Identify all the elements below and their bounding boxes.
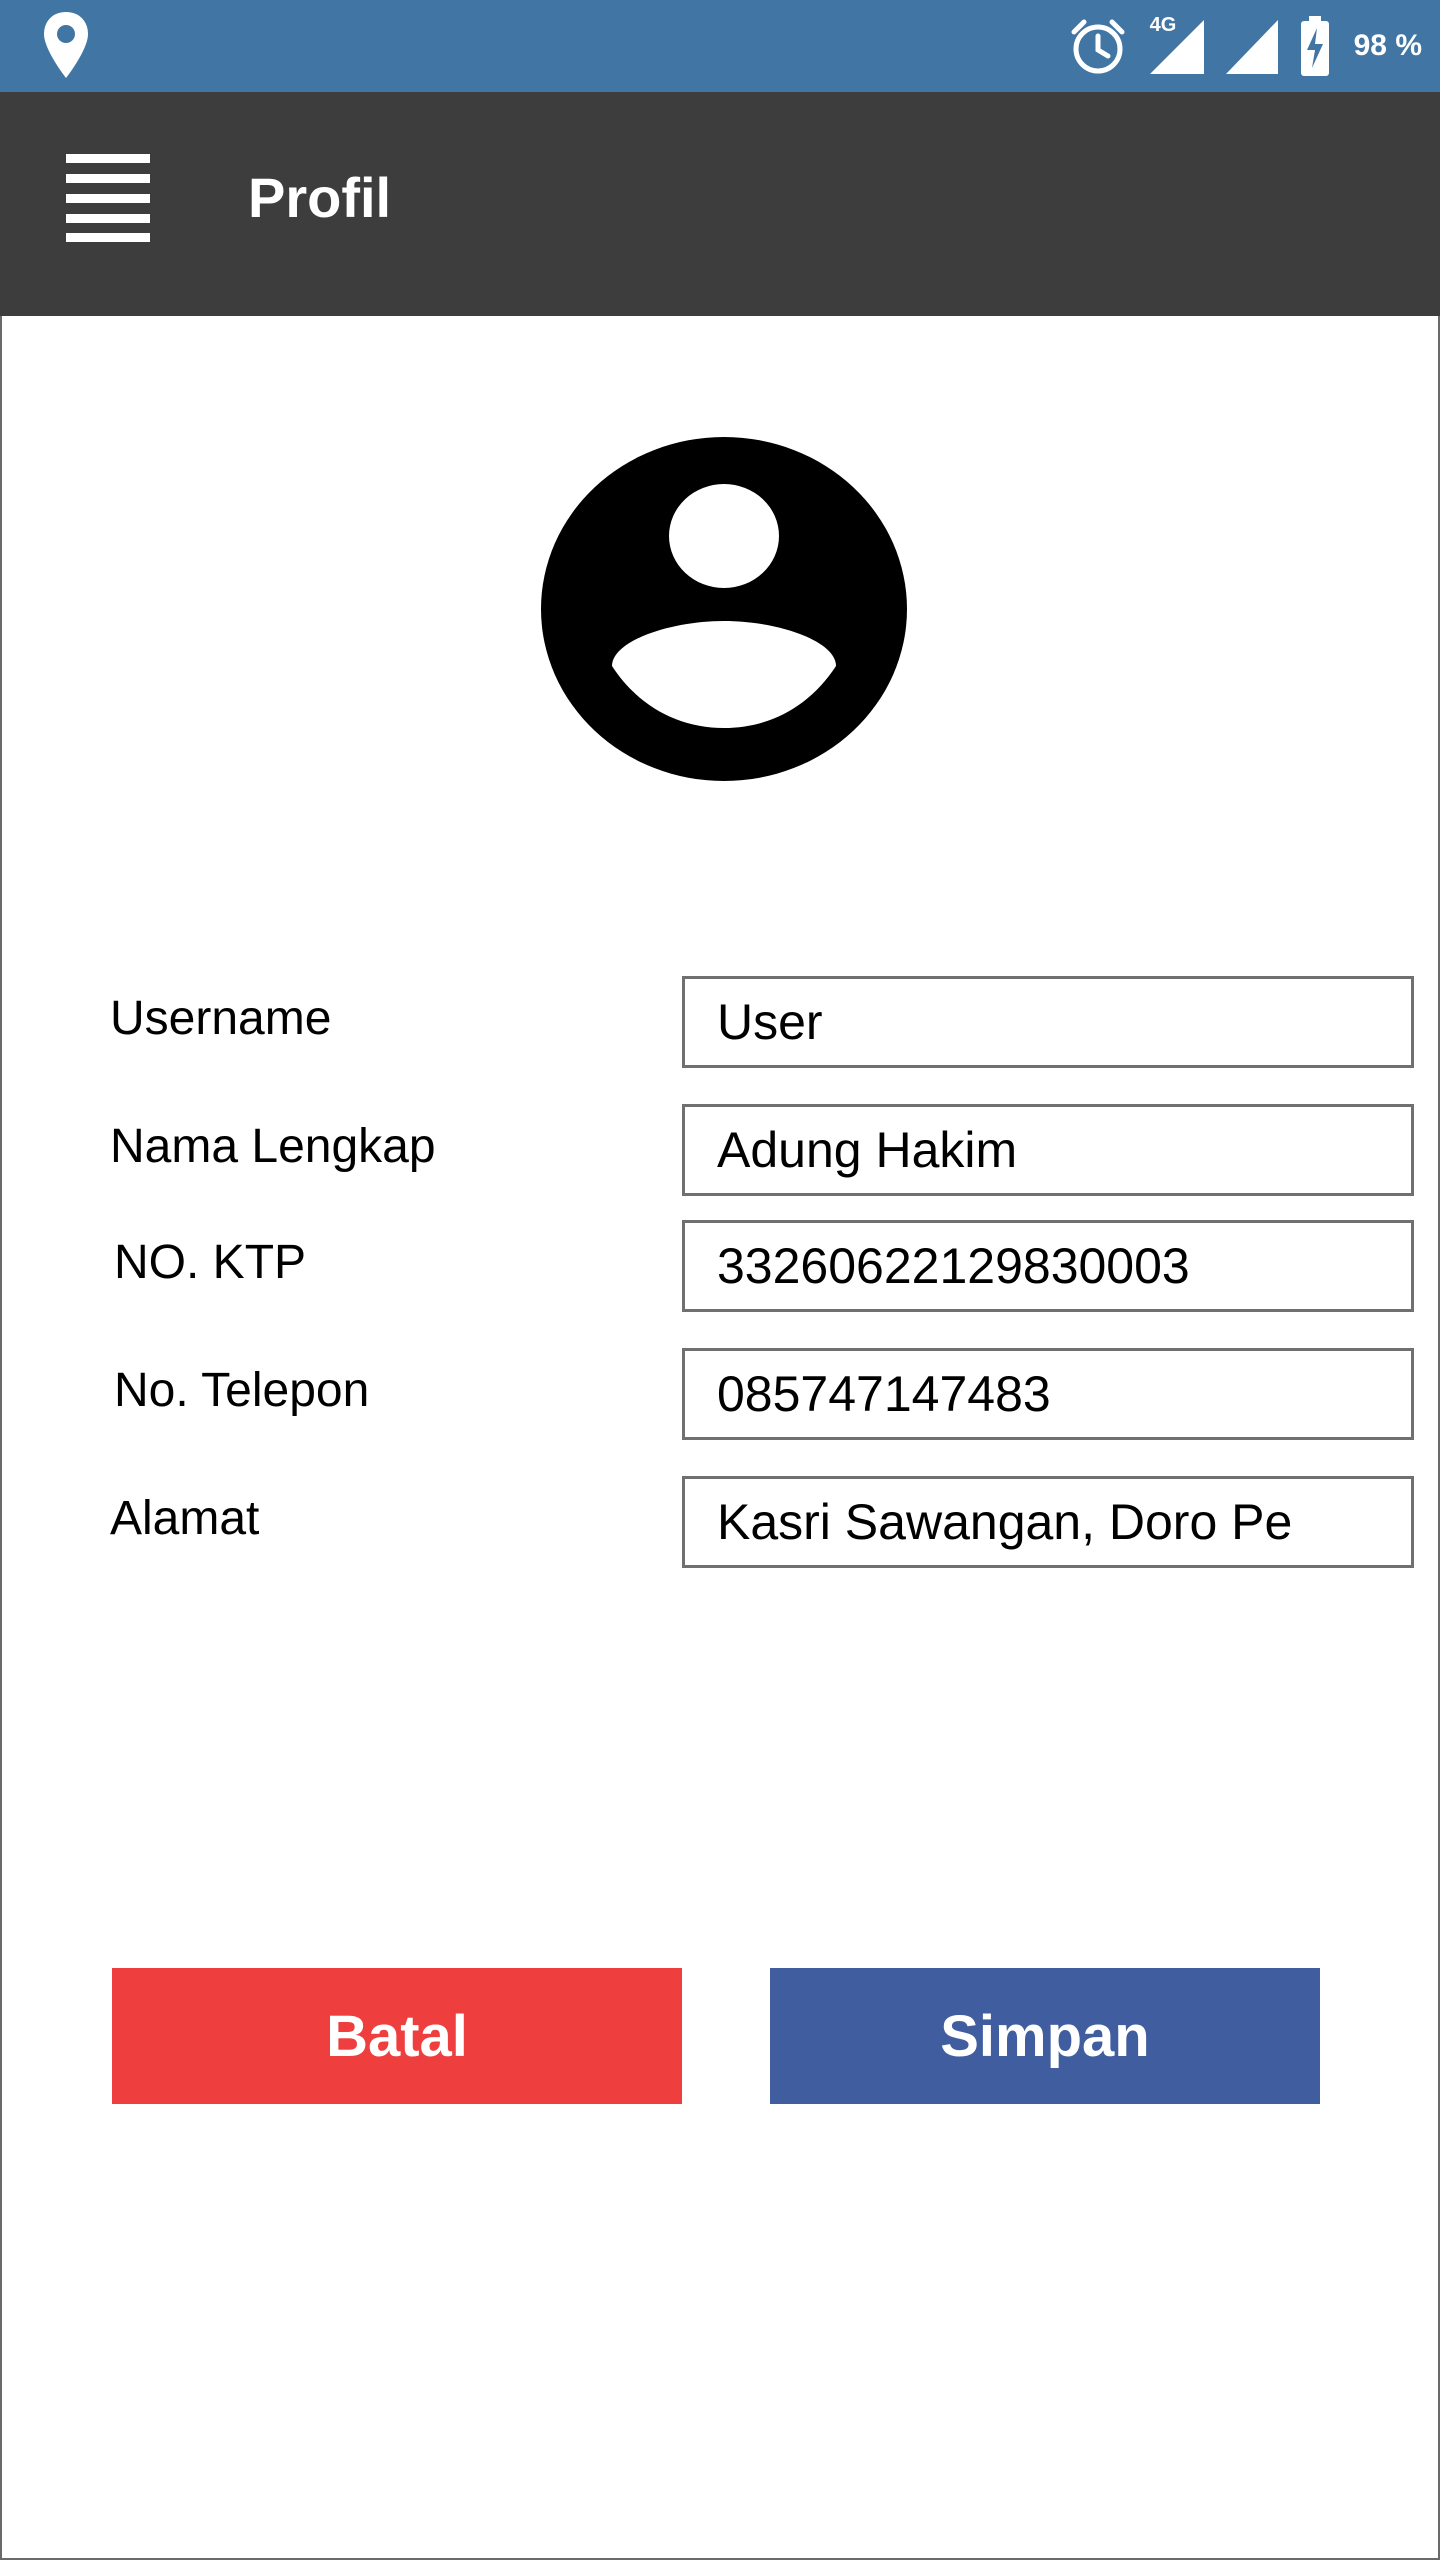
battery-percent: 98 % [1353, 29, 1422, 62]
address-label: Alamat [110, 1492, 260, 1545]
save-button[interactable]: Simpan [770, 1968, 1320, 2104]
username-field[interactable]: User [682, 976, 1414, 1068]
page-title: Profil [248, 166, 392, 229]
hamburger-menu-icon[interactable] [66, 154, 150, 242]
app-bar: Profil [0, 92, 1440, 316]
signal-icon [1225, 20, 1278, 74]
full-name-field[interactable]: Adung Hakim [682, 1104, 1414, 1196]
signal-4g-icon: 4G [1146, 14, 1206, 76]
phone-field[interactable]: 085747147483 [682, 1348, 1414, 1440]
status-icons: 4G 98 % [1068, 0, 1422, 92]
form-row-ktp: NO. KTP 33260622129830003 [2, 1220, 1438, 1312]
location-pin-icon [44, 12, 88, 78]
full-name-label: Nama Lengkap [110, 1120, 436, 1173]
address-field[interactable]: Kasri Sawangan, Doro Pe [682, 1476, 1414, 1568]
form-row-full-name: Nama Lengkap Adung Hakim [2, 1104, 1438, 1196]
phone-label: No. Telepon [114, 1364, 370, 1417]
profile-content: Username User Nama Lengkap Adung Hakim N… [0, 316, 1440, 2560]
form-row-address: Alamat Kasri Sawangan, Doro Pe [2, 1476, 1438, 1568]
ktp-field[interactable]: 33260622129830003 [682, 1220, 1414, 1312]
status-bar: 4G 98 % [0, 0, 1440, 92]
alarm-clock-icon [1071, 19, 1125, 74]
form-row-username: Username User [2, 976, 1438, 1068]
user-avatar-icon[interactable] [540, 436, 908, 782]
battery-charging-icon [1300, 16, 1329, 76]
ktp-label: NO. KTP [114, 1236, 307, 1289]
form-row-phone: No. Telepon 085747147483 [2, 1348, 1438, 1440]
network-type-label: 4G [1149, 14, 1177, 36]
username-label: Username [110, 992, 332, 1045]
cancel-button[interactable]: Batal [112, 1968, 682, 2104]
